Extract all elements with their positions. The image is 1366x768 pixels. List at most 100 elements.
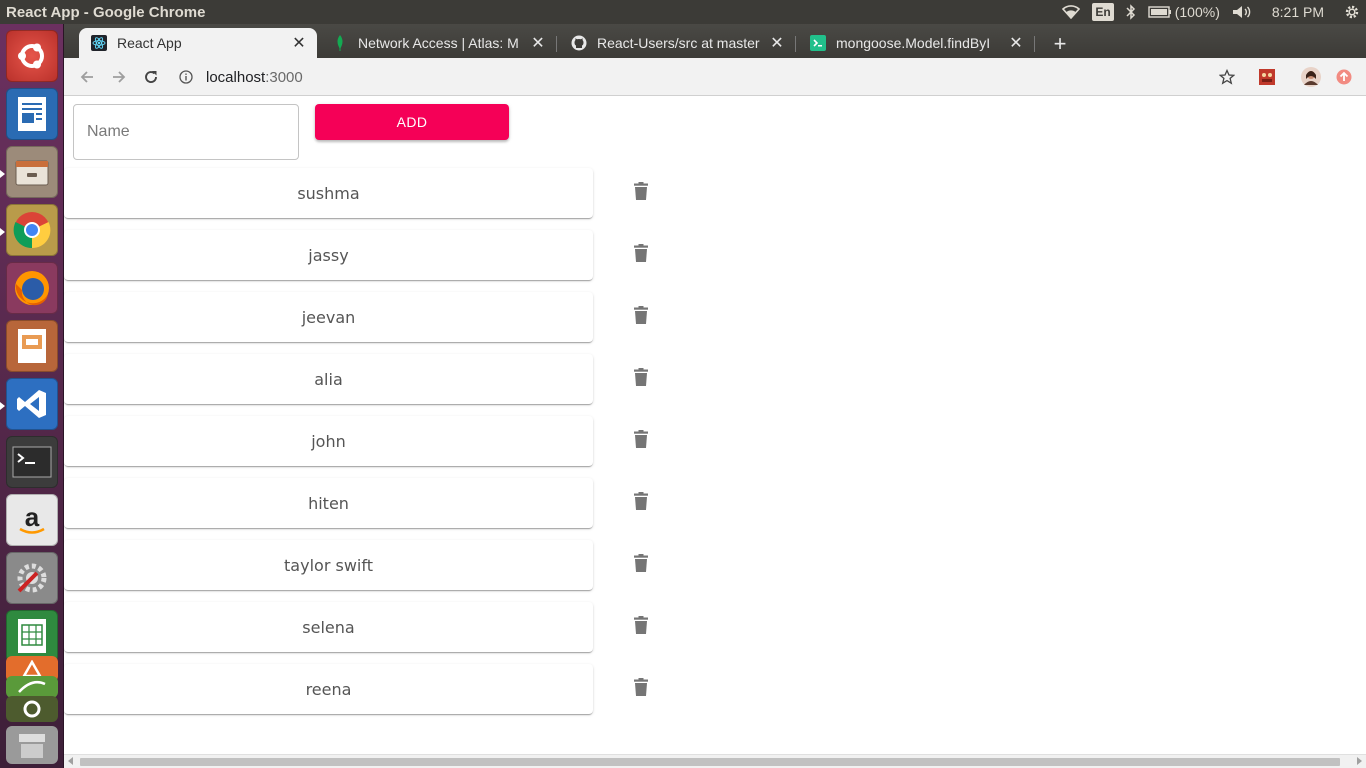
user-card: jassy: [64, 230, 593, 280]
update-icon[interactable]: [1332, 65, 1356, 89]
back-button[interactable]: [75, 65, 99, 89]
gear-icon[interactable]: [1338, 0, 1366, 24]
terminal-green-icon: [810, 35, 826, 51]
delete-button[interactable]: [628, 242, 654, 268]
delete-button[interactable]: [628, 552, 654, 578]
ubuntu-dash-icon[interactable]: [6, 30, 58, 82]
files-icon[interactable]: [6, 146, 58, 198]
clock[interactable]: 8:21 PM: [1258, 0, 1338, 24]
user-card: taylor swift: [64, 540, 593, 590]
firefox-icon[interactable]: [6, 262, 58, 314]
trash-icon: [634, 430, 648, 452]
scroll-left-icon[interactable]: [68, 757, 73, 765]
libreoffice-impress-icon[interactable]: [6, 320, 58, 372]
delete-button[interactable]: [628, 428, 654, 454]
trash-icon: [634, 306, 648, 328]
extension-icon[interactable]: [1255, 65, 1279, 89]
chrome-icon[interactable]: [6, 204, 58, 256]
user-card: alia: [64, 354, 593, 404]
tab-label: React-Users/src at master: [597, 35, 760, 51]
amazon-icon[interactable]: a: [6, 494, 58, 546]
close-icon[interactable]: ✕: [530, 35, 546, 52]
trash-icon[interactable]: [6, 726, 58, 764]
trash-icon: [634, 244, 648, 266]
wifi-icon[interactable]: [1056, 0, 1086, 24]
bookmark-star-icon[interactable]: [1215, 65, 1239, 89]
scroll-right-icon[interactable]: [1357, 757, 1362, 765]
trash-icon: [634, 492, 648, 514]
delete-button[interactable]: [628, 614, 654, 640]
battery-indicator[interactable]: (100%): [1142, 0, 1226, 24]
top-panel: React App - Google Chrome En (100%) 8:21…: [0, 0, 1366, 24]
react-icon: [91, 35, 107, 51]
name-input[interactable]: [73, 104, 299, 160]
user-name: jeevan: [301, 307, 356, 327]
user-name: selena: [302, 617, 355, 637]
user-name: taylor swift: [284, 555, 373, 575]
user-name: hiten: [308, 493, 349, 513]
tab-separator: [556, 36, 557, 52]
launcher: a: [0, 24, 64, 768]
tab-separator: [795, 36, 796, 52]
bluetooth-icon[interactable]: [1120, 0, 1142, 24]
delete-button[interactable]: [628, 490, 654, 516]
tab-separator: [1034, 36, 1035, 52]
terminal-icon[interactable]: [6, 436, 58, 488]
vscode-icon[interactable]: [6, 378, 58, 430]
battery-percent: (100%): [1174, 4, 1220, 20]
url-port: :3000: [265, 68, 303, 86]
delete-button[interactable]: [628, 180, 654, 206]
trash-icon: [634, 554, 648, 576]
updater-icon[interactable]: [6, 696, 58, 722]
tab-react-app[interactable]: React App ✕: [79, 28, 317, 58]
libreoffice-calc-icon[interactable]: [6, 610, 58, 662]
user-card: reena: [64, 664, 593, 714]
close-icon[interactable]: ✕: [1008, 35, 1024, 52]
battery-icon: [1148, 6, 1171, 18]
user-name: sushma: [297, 183, 360, 203]
user-name: jassy: [308, 245, 349, 265]
user-card: hiten: [64, 478, 593, 528]
tab-mongoose-findbyid[interactable]: mongoose.Model.findByI ✕: [798, 28, 1034, 58]
libreoffice-writer-icon[interactable]: [6, 88, 58, 140]
tab-strip: React App ✕ Network Access | Atlas: M ✕ …: [64, 24, 1366, 58]
app-page: ADD sushma jassy jeevan alia john hiten taylor…: [64, 96, 1366, 754]
forward-button[interactable]: [107, 65, 131, 89]
tab-label: Network Access | Atlas: M: [358, 35, 519, 51]
address-bar[interactable]: localhost:3000: [174, 63, 1204, 91]
keyboard-layout-indicator[interactable]: En: [1086, 0, 1119, 24]
user-card: sushma: [64, 168, 593, 218]
reload-icon: [145, 71, 157, 83]
close-icon[interactable]: ✕: [769, 35, 785, 52]
delete-button[interactable]: [628, 304, 654, 330]
delete-button[interactable]: [628, 676, 654, 702]
user-name: alia: [314, 369, 343, 389]
arrow-left-icon: [80, 71, 93, 83]
tab-network-access[interactable]: Network Access | Atlas: M ✕: [320, 28, 556, 58]
system-indicators: En (100%) 8:21 PM: [1056, 0, 1366, 24]
user-card: john: [64, 416, 593, 466]
window-title: React App - Google Chrome: [6, 3, 206, 21]
new-tab-button[interactable]: +: [1048, 31, 1072, 56]
system-settings-icon[interactable]: [6, 552, 58, 604]
user-card: jeevan: [64, 292, 593, 342]
tab-label: React App: [117, 35, 182, 51]
add-button[interactable]: ADD: [315, 104, 509, 140]
volume-icon[interactable]: [1226, 0, 1258, 24]
info-icon[interactable]: [174, 70, 198, 84]
tab-label: mongoose.Model.findByI: [836, 35, 991, 51]
horizontal-scrollbar[interactable]: [64, 754, 1366, 768]
user-name: reena: [305, 679, 352, 699]
trash-icon: [634, 616, 648, 638]
trash-icon: [634, 678, 648, 700]
profile-avatar[interactable]: [1299, 65, 1323, 89]
reload-button[interactable]: [139, 65, 163, 89]
url-host: localhost: [206, 68, 266, 86]
scrollbar-thumb[interactable]: [80, 758, 1340, 766]
close-icon[interactable]: ✕: [291, 35, 307, 52]
leaf-app-icon[interactable]: [6, 676, 58, 698]
delete-button[interactable]: [628, 366, 654, 392]
tab-react-users[interactable]: React-Users/src at master ✕: [559, 28, 795, 58]
user-card: selena: [64, 602, 593, 652]
browser-toolbar: localhost:3000: [64, 58, 1366, 96]
